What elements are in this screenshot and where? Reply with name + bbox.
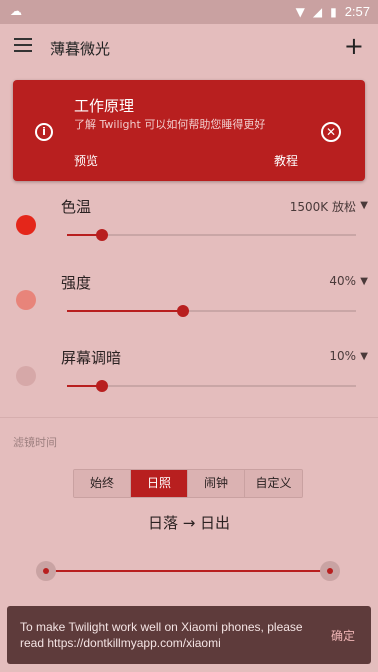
color-temperature-label: 色温: [61, 198, 92, 216]
dim-screen-dot: [16, 366, 36, 386]
how-it-works-card: i 工作原理 了解 Twilight 可以如何帮助您睡得更好 ✕ 预览 教程: [13, 80, 365, 181]
dim-screen-slider[interactable]: [67, 380, 356, 392]
dim-screen-setting: 屏幕调暗 10% ▼: [0, 341, 378, 411]
chevron-down-icon[interactable]: ▼: [360, 351, 368, 362]
schedule-label: 日落 → 日出: [147, 514, 231, 532]
signal-icon: ◢: [312, 4, 323, 19]
option-custom[interactable]: 自定义: [245, 470, 302, 497]
range-start-handle[interactable]: [36, 561, 56, 581]
slider-thumb[interactable]: [176, 305, 189, 317]
info-icon: i: [35, 123, 53, 141]
filter-time-label: 滤镜时间: [13, 436, 57, 449]
close-icon[interactable]: ✕: [321, 122, 341, 142]
snackbar-message: To make Twilight work well on Xiaomi pho…: [20, 620, 303, 650]
menu-icon[interactable]: [14, 38, 32, 52]
tutorial-button[interactable]: 教程: [274, 152, 298, 169]
option-alarm[interactable]: 闹钟: [188, 470, 245, 497]
app-bar: 薄暮微光 +: [0, 24, 378, 72]
intensity-slider[interactable]: [67, 305, 356, 317]
snackbar: To make Twilight work well on Xiaomi pho…: [7, 606, 371, 664]
snackbar-ok-button[interactable]: 确定: [331, 627, 355, 644]
intensity-dot: [16, 290, 36, 310]
card-subtitle: 了解 Twilight 可以如何帮助您睡得更好: [74, 118, 266, 131]
preview-button[interactable]: 预览: [74, 152, 98, 169]
add-icon[interactable]: +: [344, 32, 364, 60]
cloud-icon: ☁: [10, 4, 22, 18]
divider: [0, 417, 378, 418]
status-bar: ☁ ▼ ◢ ▮ 2:57: [0, 0, 378, 24]
chevron-down-icon[interactable]: ▼: [360, 276, 368, 287]
color-temperature-value[interactable]: 1500K 放松: [290, 198, 356, 215]
color-temperature-dot: [16, 215, 36, 235]
dim-screen-value[interactable]: 10%: [329, 349, 356, 363]
schedule-range-slider[interactable]: [36, 561, 340, 581]
color-temperature-slider[interactable]: [67, 229, 356, 241]
intensity-label: 强度: [61, 274, 92, 292]
dim-screen-label: 屏幕调暗: [61, 349, 122, 367]
battery-icon: ▮: [330, 4, 337, 19]
wifi-icon: ▼: [295, 4, 305, 19]
app-title: 薄暮微光: [50, 40, 111, 58]
range-end-handle[interactable]: [320, 561, 340, 581]
slider-thumb[interactable]: [95, 229, 108, 241]
color-temperature-setting: 色温 1500K 放松 ▼: [0, 190, 378, 260]
card-title: 工作原理: [74, 97, 135, 115]
clock: 2:57: [344, 4, 370, 19]
option-always[interactable]: 始终: [74, 470, 131, 497]
option-daylight[interactable]: 日照: [131, 470, 188, 497]
chevron-down-icon[interactable]: ▼: [360, 200, 368, 211]
slider-fill: [67, 310, 183, 312]
intensity-value[interactable]: 40%: [329, 274, 356, 288]
intensity-setting: 强度 40% ▼: [0, 266, 378, 336]
filter-time-selector: 始终 日照 闹钟 自定义: [73, 469, 303, 498]
slider-thumb[interactable]: [95, 380, 108, 392]
status-icons: ▼ ◢ ▮ 2:57: [296, 4, 370, 19]
